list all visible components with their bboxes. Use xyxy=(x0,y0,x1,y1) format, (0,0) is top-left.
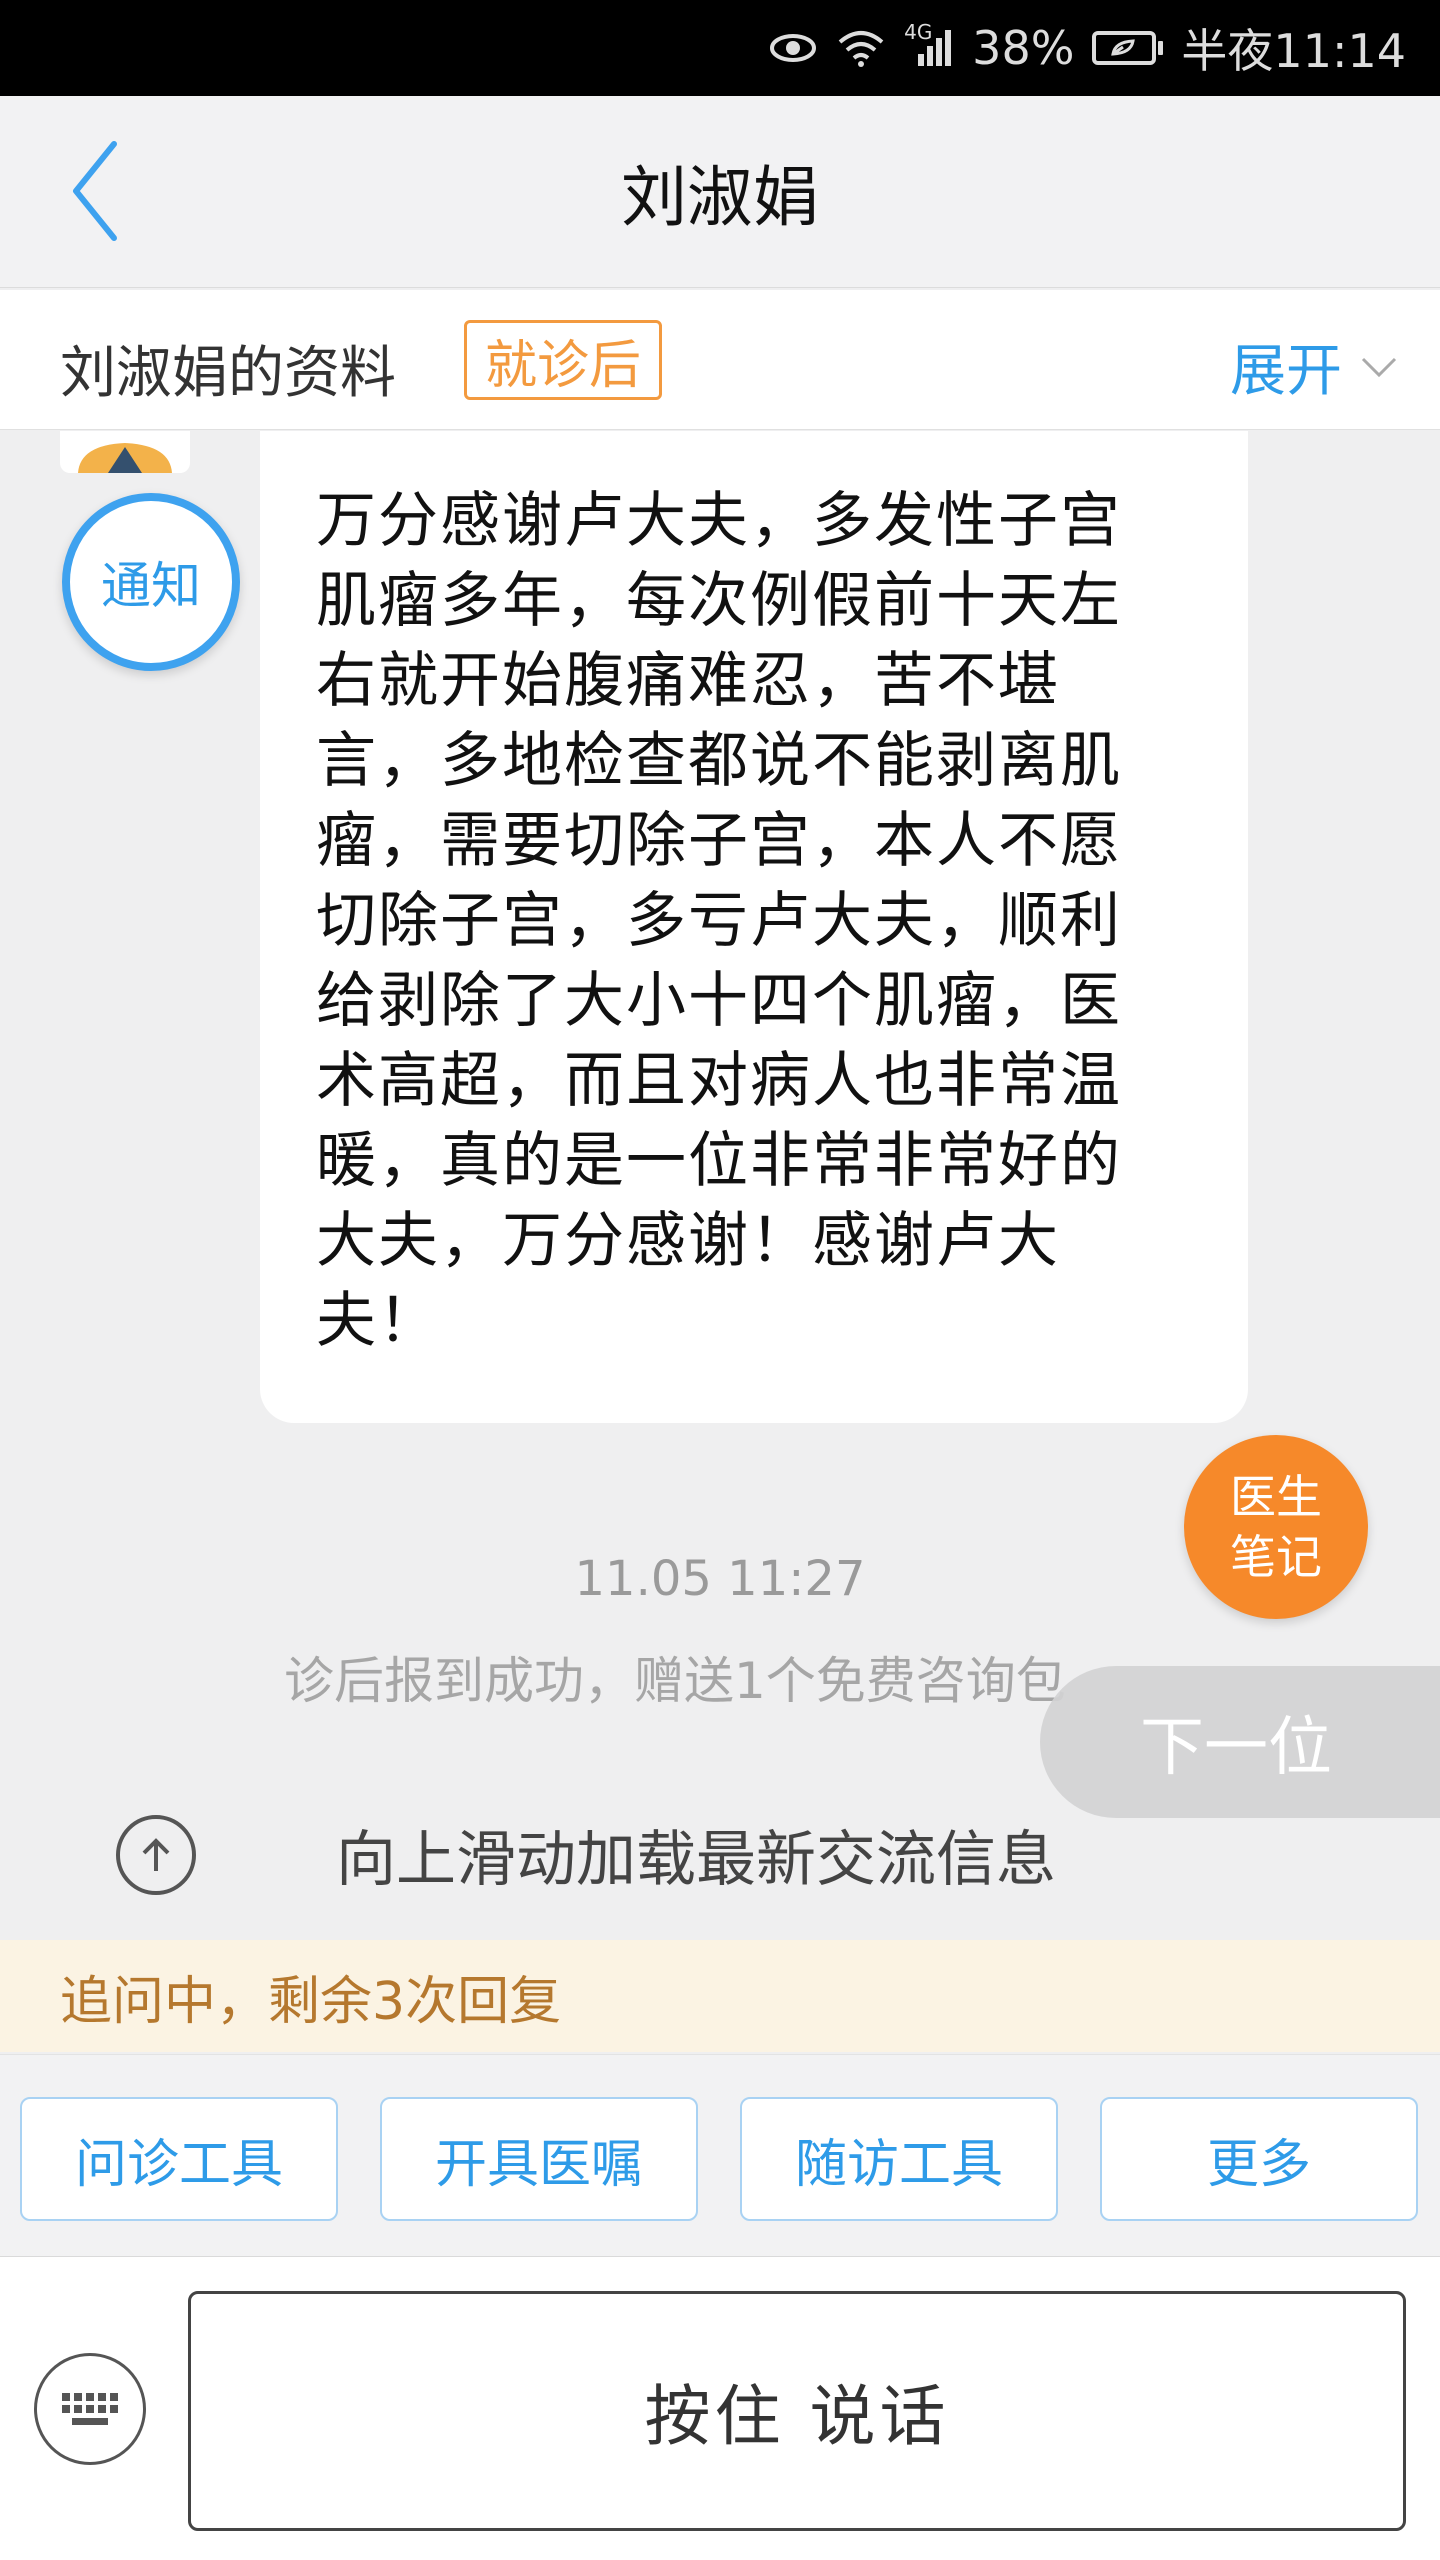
network-type: 4G xyxy=(904,20,933,44)
keyboard-toggle-button[interactable] xyxy=(34,2353,146,2465)
nav-bar: 刘淑娟 xyxy=(0,96,1440,288)
status-badge: 就诊后 xyxy=(464,320,663,400)
chevron-down-icon xyxy=(1361,357,1397,377)
load-more-label: 向上滑动加载最新交流信息 xyxy=(336,1825,1056,1895)
message-bubble: 万分感谢卢大夫，多发性子宫肌瘤多年，每次例假前十天左右就开始腹痛难忍，苦不堪言，… xyxy=(260,431,1248,1423)
notice-button[interactable]: 通知 xyxy=(62,493,240,671)
clock: 半夜11:14 xyxy=(1181,24,1406,78)
arrow-up-icon xyxy=(116,1814,196,1895)
input-bar: 按住 说话 xyxy=(0,2256,1440,2560)
tools-row: 问诊工具 开具医嘱 随访工具 更多 xyxy=(0,2054,1440,2256)
hold-to-talk-button[interactable]: 按住 说话 xyxy=(188,2291,1406,2531)
expand-button[interactable]: 展开 xyxy=(1230,326,1398,407)
followup-tools-button[interactable]: 随访工具 xyxy=(740,2097,1058,2221)
status-bar: 4G 38% 半夜11:14 xyxy=(0,0,1440,96)
eye-comfort-icon xyxy=(768,31,818,65)
patient-profile-bar[interactable]: 刘淑娟的资料 就诊后 展开 xyxy=(0,290,1440,430)
followup-status-bar: 追问中，剩余3次回复 xyxy=(0,1940,1440,2052)
expand-label: 展开 xyxy=(1230,339,1342,404)
consultation-tools-button[interactable]: 问诊工具 xyxy=(20,2097,338,2221)
message-text: 万分感谢卢大夫，多发性子宫肌瘤多年，每次例假前十天左右就开始腹痛难忍，苦不堪言，… xyxy=(316,486,1122,1356)
more-button[interactable]: 更多 xyxy=(1100,2097,1418,2221)
profile-title: 刘淑娟的资料 xyxy=(60,341,396,406)
page-title: 刘淑娟 xyxy=(621,159,819,236)
battery-icon xyxy=(1092,31,1164,65)
keyboard-icon xyxy=(62,2393,118,2425)
next-patient-button[interactable]: 下一位 xyxy=(1040,1666,1440,1818)
avatar xyxy=(60,431,190,473)
chat-area[interactable]: 通知 万分感谢卢大夫，多发性子宫肌瘤多年，每次例假前十天左右就开始腹痛难忍，苦不… xyxy=(0,431,1440,1941)
load-more-hint[interactable]: 向上滑动加载最新交流信息 xyxy=(116,1811,1056,1898)
doctor-notes-label-1: 医生 xyxy=(1230,1470,1322,1524)
battery-percent: 38% xyxy=(972,21,1075,75)
system-message: 诊后报到成功，赠送1个免费咨询包 xyxy=(284,1652,1066,1710)
prescribe-orders-button[interactable]: 开具医嘱 xyxy=(380,2097,698,2221)
wifi-icon xyxy=(836,28,886,68)
message-timestamp: 11.05 11:27 xyxy=(574,1551,866,1607)
signal-icon: 4G xyxy=(904,20,954,68)
